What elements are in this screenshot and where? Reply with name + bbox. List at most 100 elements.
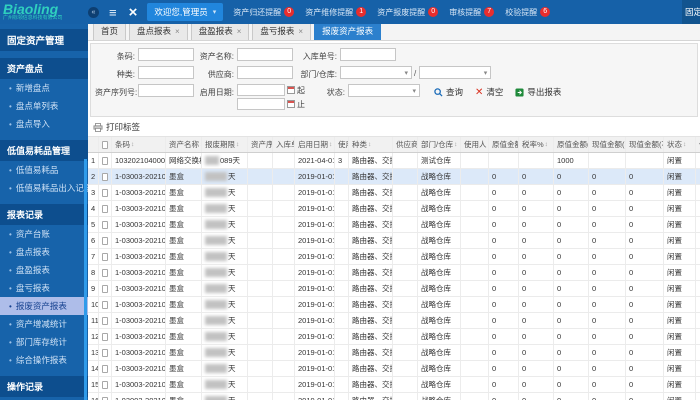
table-row[interactable]: 6 1-03003-20210128-墨盒 天 2019-01-01 路由器、交换机 战略… bbox=[88, 233, 700, 249]
row-checkbox[interactable] bbox=[102, 300, 108, 309]
column-header-tax[interactable]: 税率% ↕ bbox=[519, 137, 554, 152]
column-header-supplier[interactable]: 供应商↕ bbox=[393, 137, 418, 152]
table-row[interactable]: 15 1-03003-20210128-墨盒 天 2019-01-01 路由器、交换机 战… bbox=[88, 377, 700, 393]
table-row[interactable]: 10 1-03003-20210128-墨盒 天 2019-01-01 路由器、交换机 战… bbox=[88, 297, 700, 313]
dept-select[interactable]: ▾ bbox=[340, 66, 412, 79]
sidebar-item-盘点导入[interactable]: • 盘点导入 bbox=[0, 115, 88, 133]
calendar-icon[interactable] bbox=[287, 100, 295, 108]
row-checkbox[interactable] bbox=[102, 380, 108, 389]
column-header-dept[interactable]: 部门/仓库 ↕ bbox=[418, 137, 461, 152]
notification-item[interactable]: 资产维修提醒 1 bbox=[305, 7, 367, 18]
column-header-scrap[interactable]: 报废期限 ↕ bbox=[202, 137, 248, 152]
row-checkbox[interactable] bbox=[102, 348, 108, 357]
tab-close-icon[interactable]: × bbox=[298, 27, 303, 36]
status-select[interactable]: ▾ bbox=[348, 84, 420, 97]
row-checkbox[interactable] bbox=[102, 220, 108, 229]
column-header-inbound[interactable]: 入库单号↕ bbox=[273, 137, 295, 152]
calendar-icon[interactable] bbox=[287, 86, 295, 94]
row-checkbox[interactable] bbox=[102, 188, 108, 197]
row-checkbox[interactable] bbox=[102, 316, 108, 325]
export-report-button[interactable]: 导出报表 bbox=[515, 86, 561, 98]
row-checkbox[interactable] bbox=[102, 204, 108, 213]
column-header-date[interactable]: 启用日期 ↕ bbox=[295, 137, 335, 152]
row-checkbox[interactable] bbox=[102, 396, 108, 400]
column-header-barcode[interactable]: 条码 ↕ bbox=[112, 137, 166, 152]
row-checkbox[interactable] bbox=[102, 332, 108, 341]
column-header-name[interactable]: 资产名称↕ bbox=[166, 137, 202, 152]
column-label: 入库单号 bbox=[276, 140, 294, 149]
row-checkbox[interactable] bbox=[102, 172, 108, 181]
tab-报废资产报表[interactable]: 报废资产报表 bbox=[314, 24, 382, 40]
sidebar-item-盘点单列表[interactable]: • 盘点单列表 bbox=[0, 97, 88, 115]
sidebar-item-综合操作报表[interactable]: • 综合操作报表 bbox=[0, 351, 88, 369]
row-checkbox[interactable] bbox=[102, 236, 108, 245]
clear-button[interactable]: ✕ 清空 bbox=[475, 86, 503, 98]
notification-item[interactable]: 资产报废提醒 0 bbox=[377, 7, 439, 18]
sidebar-item-盘盈报表[interactable]: • 盘盈报表 bbox=[0, 261, 88, 279]
serial-no-input[interactable] bbox=[138, 84, 194, 97]
print-label-button[interactable]: 打印标签 bbox=[93, 121, 140, 133]
close-icon[interactable]: × bbox=[129, 4, 138, 21]
tab-盘亏报表[interactable]: 盘亏报表 × bbox=[252, 24, 312, 40]
sidebar-item-资产台账[interactable]: • 资产台账 bbox=[0, 225, 88, 243]
warehouse-select[interactable]: ▾ bbox=[419, 66, 492, 79]
sidebar-section-title[interactable]: 低值易耗品管理 bbox=[0, 140, 88, 161]
table-row[interactable]: 3 1-03003-20210128-墨盒 天 2019-01-01 路由器、交换机 战略… bbox=[88, 185, 700, 201]
category-input[interactable] bbox=[138, 66, 194, 79]
tab-盘盈报表[interactable]: 盘盈报表 × bbox=[190, 24, 250, 40]
cell-category: 路由器、交换机 bbox=[349, 201, 393, 216]
select-all-checkbox[interactable] bbox=[102, 140, 108, 149]
notification-item[interactable]: 审核提醒 7 bbox=[449, 7, 495, 18]
supplier-input[interactable] bbox=[237, 66, 293, 79]
sidebar-item-资产增减统计[interactable]: • 资产增减统计 bbox=[0, 315, 88, 333]
table-row[interactable]: 7 1-03003-20210128-墨盒 天 2019-01-01 路由器、交换机 战略… bbox=[88, 249, 700, 265]
collapse-sidebar-icon[interactable]: « bbox=[88, 6, 99, 18]
sidebar-item-新增盘点[interactable]: • 新增盘点 bbox=[0, 79, 88, 97]
notification-item[interactable]: 校验提醒 6 bbox=[505, 7, 551, 18]
table-row[interactable]: 2 1-03003-20210128-墨盒 天 2019-01-01 路由器、交换机 战略… bbox=[88, 169, 700, 185]
table-row[interactable]: 5 1-03003-20210128-墨盒 天 2019-01-01 路由器、交换机 战略… bbox=[88, 217, 700, 233]
row-checkbox[interactable] bbox=[102, 252, 108, 261]
table-row[interactable]: 8 1-03003-20210128-墨盒 天 2019-01-01 路由器、交换机 战略… bbox=[88, 265, 700, 281]
row-checkbox[interactable] bbox=[102, 268, 108, 277]
column-header-status[interactable]: 状态 ↕ bbox=[664, 137, 696, 152]
column-header-category[interactable]: 种类 ↕ bbox=[349, 137, 393, 152]
sidebar-section-title[interactable]: 资产盘点 bbox=[0, 58, 88, 79]
row-checkbox[interactable] bbox=[102, 364, 108, 373]
sidebar-item-盘亏报表[interactable]: • 盘亏报表 bbox=[0, 279, 88, 297]
row-checkbox[interactable] bbox=[102, 284, 108, 293]
table-row[interactable]: 14 1-03003-20210128-墨盒 天 2019-01-01 路由器、交换机 战… bbox=[88, 361, 700, 377]
user-menu[interactable]: 欢迎您,管理员 ▾ bbox=[147, 3, 224, 21]
sidebar-item-盘点报表[interactable]: • 盘点报表 bbox=[0, 243, 88, 261]
table-row[interactable]: 12 1-03003-20210128-墨盒 天 2019-01-01 路由器、交换机 战… bbox=[88, 329, 700, 345]
sidebar-scrollbar[interactable] bbox=[84, 159, 87, 400]
tab-首页[interactable]: 首页 bbox=[93, 24, 127, 40]
asset-name-input[interactable] bbox=[237, 48, 293, 61]
query-button[interactable]: 查询 bbox=[434, 86, 463, 98]
barcode-input[interactable] bbox=[138, 48, 194, 61]
table-row[interactable]: 4 1-03003-20210128-墨盒 天 2019-01-01 路由器、交换机 战略… bbox=[88, 201, 700, 217]
tab-close-icon[interactable]: × bbox=[175, 27, 180, 36]
sidebar-item-低值易耗品[interactable]: • 低值易耗品 bbox=[0, 161, 88, 179]
date-from-input[interactable] bbox=[237, 84, 285, 96]
sidebar-item-低值易耗品出入记录[interactable]: • 低值易耗品出入记录 bbox=[0, 179, 88, 197]
module-tab-fixed-assets[interactable]: 固定资产管理 bbox=[682, 0, 700, 24]
date-to-input[interactable] bbox=[237, 98, 285, 110]
inbound-no-input[interactable] bbox=[340, 48, 396, 61]
sidebar-section-title[interactable]: 报表记录 bbox=[0, 204, 88, 225]
tab-盘点报表[interactable]: 盘点报表 × bbox=[129, 24, 188, 40]
sidebar-item-报废资产报表[interactable]: • 报废资产报表 bbox=[0, 297, 88, 315]
row-checkbox[interactable] bbox=[102, 156, 108, 165]
column-header-user[interactable]: 使用人↕ bbox=[461, 137, 489, 152]
table-row[interactable]: 9 1-03003-20210128-墨盒 天 2019-01-01 路由器、交换机 战略… bbox=[88, 281, 700, 297]
table-row[interactable]: 11 1-03003-20210128-墨盒 天 2019-01-01 路由器、交换机 战… bbox=[88, 313, 700, 329]
sidebar-section-title[interactable]: 操作记录 bbox=[0, 376, 88, 397]
table-row[interactable]: 16 1-03003-20210128- 墨盒 天 2019-01-01 路由器、交换机 战… bbox=[88, 393, 700, 400]
sidebar-item-部门库存统计[interactable]: • 部门库存统计 bbox=[0, 333, 88, 351]
notification-item[interactable]: 资产归还提醒 0 bbox=[233, 7, 295, 18]
cell-v4: 0 bbox=[626, 217, 664, 232]
tab-close-icon[interactable]: × bbox=[237, 27, 242, 36]
menu-icon[interactable]: ≡ bbox=[109, 5, 117, 20]
table-row[interactable]: 1 10320210400013网络交换机 089天 2021-04-013 路由器、交… bbox=[88, 153, 700, 169]
table-row[interactable]: 13 1-03003-20210128-墨盒 天 2019-01-01 路由器、交换机 战… bbox=[88, 345, 700, 361]
